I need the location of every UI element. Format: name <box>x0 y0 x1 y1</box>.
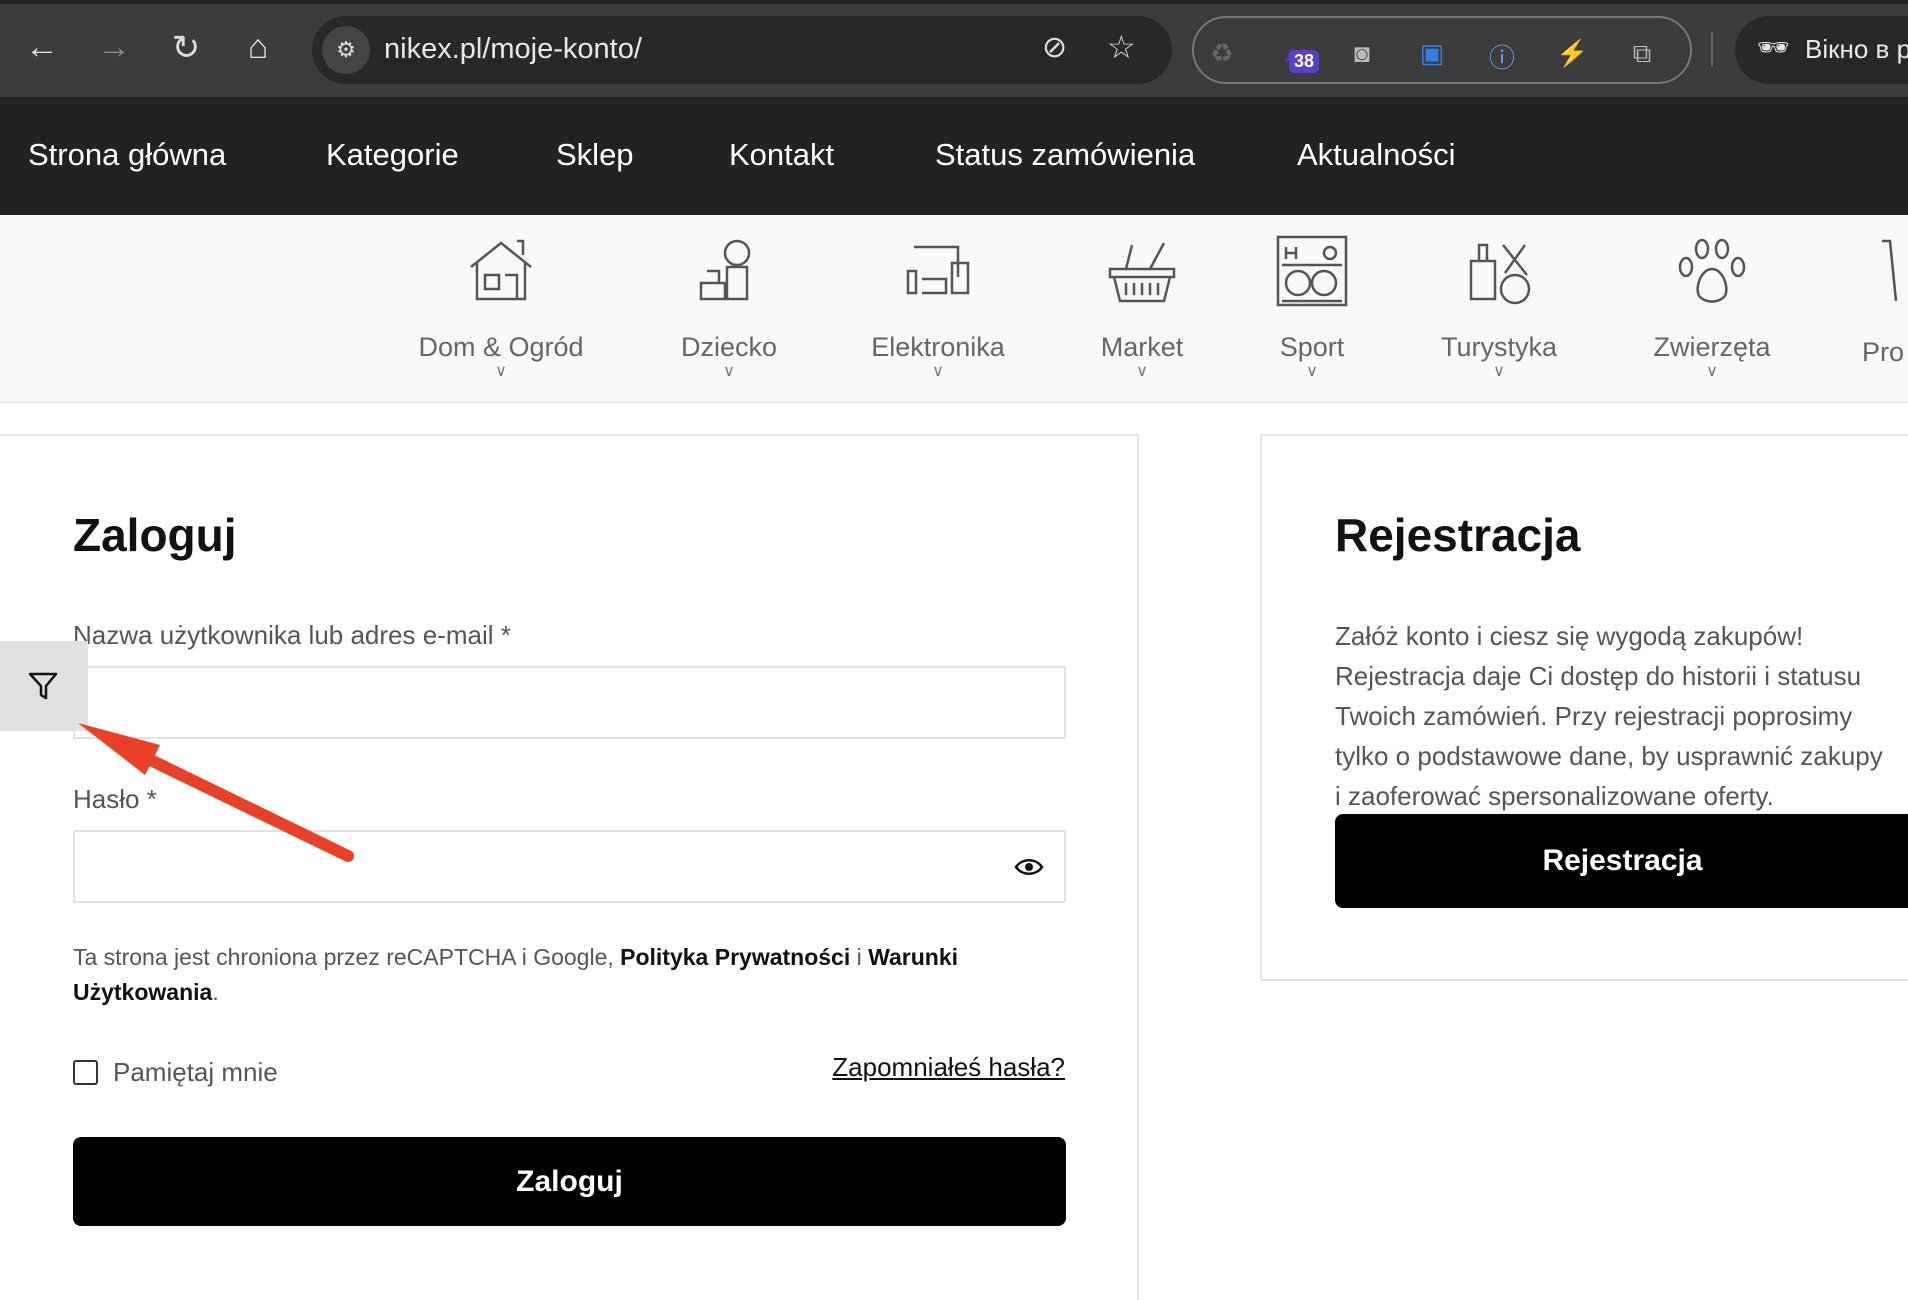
chevron-down-icon: ∨ <box>932 363 944 380</box>
tool-icon <box>1882 239 1898 302</box>
nav-home[interactable]: Strona główna <box>28 137 226 173</box>
filter-icon <box>28 672 58 700</box>
main-nav: Strona główna Kategorie Sklep Kontakt St… <box>0 97 1908 215</box>
paw-icon <box>1678 238 1746 303</box>
chevron-down-icon: ∨ <box>1306 363 1318 380</box>
address-bar[interactable]: ⚙ nikex.pl/moje-konto/ ⊘ ☆ <box>312 16 1172 84</box>
nav-categories[interactable]: Kategorie <box>326 137 459 173</box>
category-label: Dziecko <box>680 332 778 362</box>
reload-icon[interactable]: ↻ <box>166 28 206 68</box>
recaptcha-dot: . <box>212 979 219 1005</box>
incognito-indicator[interactable]: 🕶 Вікно в р <box>1735 16 1908 84</box>
password-input[interactable] <box>73 830 1066 903</box>
category-pro[interactable]: Pro <box>1862 235 1908 368</box>
category-sport[interactable]: Sport ∨ <box>1212 235 1412 381</box>
username-label: Nazwa użytkownika lub adres e-mail * <box>73 620 511 650</box>
site-settings-icon[interactable]: ⚙ <box>322 26 370 74</box>
privacy-policy-link[interactable]: Polityka Prywatności <box>620 944 850 970</box>
tab-strip <box>0 0 1908 4</box>
toolbar-divider <box>1711 32 1713 66</box>
screen-record-icon[interactable]: ▣ <box>1416 38 1448 69</box>
category-turystyka[interactable]: Turystyka ∨ <box>1399 235 1599 381</box>
category-label: Pro <box>1862 337 1905 367</box>
extension-badge: 38 <box>1289 50 1320 73</box>
remember-checkbox[interactable] <box>73 1060 98 1085</box>
home-icon[interactable]: ⌂ <box>238 28 278 67</box>
register-button[interactable]: Rejestracja <box>1335 814 1908 908</box>
sport-shelf-icon <box>1276 235 1348 307</box>
puzzle-icon[interactable]: ⧉ <box>1626 38 1658 70</box>
chevron-down-icon: ∨ <box>1493 363 1505 380</box>
category-zwierzeta[interactable]: Zwierzęta ∨ <box>1612 235 1812 381</box>
incognito-label: Вікно в р <box>1805 34 1908 64</box>
category-label: Elektronika <box>871 332 1005 362</box>
nav-news[interactable]: Aktualności <box>1297 137 1456 173</box>
ip-icon[interactable]: ⓘ <box>1486 38 1518 75</box>
chevron-down-icon: ∨ <box>723 363 735 380</box>
login-title: Zaloguj <box>73 509 237 561</box>
category-elektronika[interactable]: Elektronika ∨ <box>838 235 1038 381</box>
category-label: Turystyka <box>1440 332 1557 362</box>
register-title: Rejestracja <box>1335 509 1581 561</box>
forward-icon[interactable]: → <box>94 28 134 67</box>
star-icon[interactable]: ☆ <box>1107 28 1136 66</box>
luggage-plane-icon <box>1469 243 1531 305</box>
category-label: Sport <box>1279 332 1345 362</box>
category-label: Dom & Ogród <box>418 332 584 362</box>
incognito-icon: 🕶 <box>1757 32 1791 62</box>
child-icon <box>699 239 751 301</box>
house-icon <box>470 239 532 301</box>
camera-icon[interactable]: ◙ <box>1346 38 1378 69</box>
login-card: Zaloguj Nazwa użytkownika lub adres e-ma… <box>0 434 1139 1300</box>
remember-label[interactable]: Pamiętaj mnie <box>113 1057 278 1088</box>
recaptcha-text: Ta strona jest chroniona przez reCAPTCHA… <box>73 944 621 970</box>
bolt-icon[interactable]: ⚡ <box>1556 38 1588 69</box>
devices-icon <box>906 245 970 295</box>
register-card: Rejestracja Załóż konto i ciesz się wygo… <box>1260 434 1908 981</box>
recaptcha-notice: Ta strona jest chroniona przez reCAPTCHA… <box>73 940 1073 1010</box>
recaptcha-and: i <box>850 944 869 970</box>
url-text[interactable]: nikex.pl/moje-konto/ <box>384 33 642 66</box>
password-label: Hasło * <box>73 784 157 814</box>
eye-off-icon[interactable]: ⊘ <box>1042 30 1067 65</box>
nav-shop[interactable]: Sklep <box>556 137 634 173</box>
login-button[interactable]: Zaloguj <box>73 1137 1066 1226</box>
recycle-icon[interactable]: ♻ <box>1206 38 1238 69</box>
chevron-down-icon: ∨ <box>1706 363 1718 380</box>
register-description: Załóż konto i ciesz się wygodą zakupów! … <box>1335 621 1883 811</box>
nav-contact[interactable]: Kontakt <box>729 137 834 173</box>
extensions-group: ♻ ▲ 38 ◙ ▣ ⓘ ⚡ ⧉ <box>1192 16 1692 84</box>
filter-tab[interactable] <box>0 641 88 731</box>
browser-toolbar: ← → ↻ ⌂ ⚙ nikex.pl/moje-konto/ ⊘ ☆ ♻ ▲ 3… <box>0 0 1908 97</box>
category-dziecko[interactable]: Dziecko ∨ <box>629 235 829 381</box>
nav-order-status[interactable]: Status zamówienia <box>935 137 1195 173</box>
username-input[interactable] <box>73 666 1066 739</box>
category-label: Zwierzęta <box>1653 332 1771 362</box>
basket-icon <box>1108 242 1176 303</box>
back-icon[interactable]: ← <box>22 28 62 67</box>
category-bar: Dom & Ogród ∨ Dziecko ∨ Elektronika ∨ Marke… <box>0 215 1908 403</box>
show-password-eye-icon[interactable] <box>1014 856 1044 878</box>
forgot-password-link[interactable]: Zapomniałeś hasła? <box>832 1052 1065 1083</box>
category-dom-ogrod[interactable]: Dom & Ogród ∨ <box>401 235 601 381</box>
chevron-down-icon: ∨ <box>495 363 507 380</box>
